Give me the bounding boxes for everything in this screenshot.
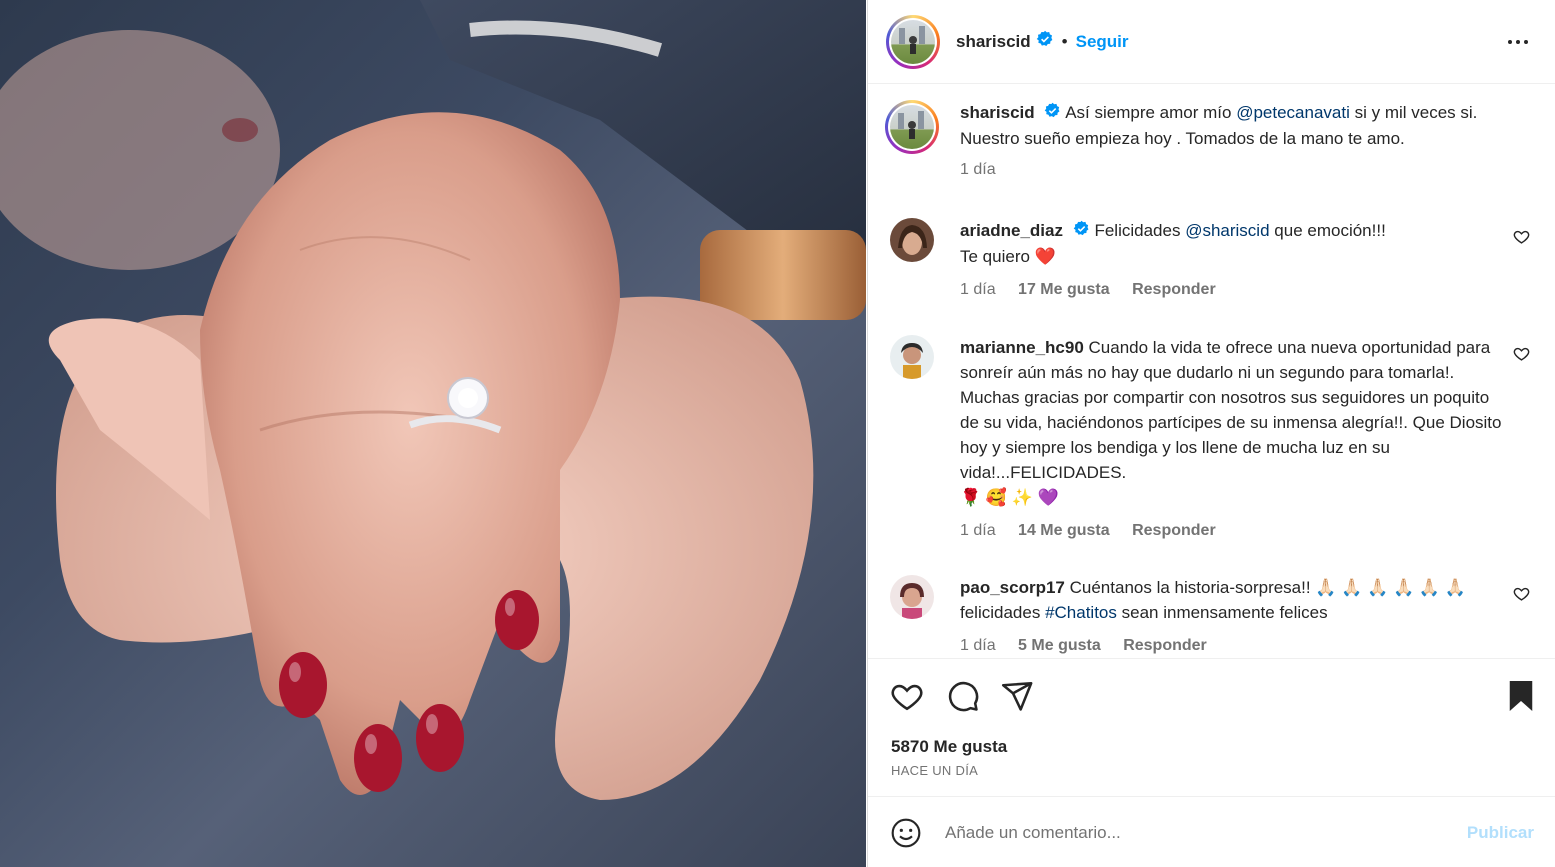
comment-username[interactable]: ariadne_diaz — [960, 221, 1063, 240]
caption-text: Así siempre amor mío — [1065, 103, 1232, 122]
comment-text: Cuando la vida te ofrece una nueva oport… — [960, 338, 1502, 482]
avatar-photo-icon — [890, 335, 934, 379]
like-comment-heart-icon[interactable] — [1513, 228, 1530, 250]
like-heart-icon[interactable] — [890, 679, 924, 718]
caption-username[interactable]: shariscid — [960, 103, 1035, 122]
comment-emojis: 🌹 🥰 ✨ 💜 — [960, 488, 1059, 507]
comment-time[interactable]: 1 día — [960, 637, 996, 654]
hashtag-link[interactable]: #Chatitos — [1045, 603, 1117, 622]
comment-likes[interactable]: 17 Me gusta — [1018, 281, 1110, 298]
avatar-photo-icon — [898, 111, 924, 139]
photo-illustration — [0, 0, 866, 800]
comment-bubble-icon[interactable] — [946, 679, 980, 718]
like-comment-heart-icon[interactable] — [1513, 345, 1530, 367]
author-avatar[interactable] — [886, 14, 940, 69]
caption-time[interactable]: 1 día — [960, 161, 996, 178]
publish-button[interactable]: Publicar — [1467, 823, 1534, 843]
comment-username[interactable]: marianne_hc90 — [960, 338, 1084, 357]
comment-likes[interactable]: 14 Me gusta — [1018, 522, 1110, 539]
comment-text-line2: Te quiero — [960, 247, 1030, 267]
verified-badge-icon — [1036, 30, 1054, 53]
comment-text-end: sean inmensamente felices — [1121, 603, 1328, 622]
avatar-photo-icon — [890, 575, 934, 619]
like-comment-heart-icon[interactable] — [1513, 585, 1530, 607]
verified-badge-icon — [1044, 101, 1061, 126]
more-options-icon[interactable] — [1506, 30, 1530, 59]
comment-username[interactable]: pao_scorp17 — [960, 578, 1065, 597]
likes-count[interactable]: 5870 Me gusta — [891, 737, 1007, 757]
caption-body: shariscid Así siempre amor mío @petecana… — [960, 100, 1510, 182]
post-caption: shariscid Así siempre amor mío @petecana… — [885, 100, 1530, 210]
reply-button[interactable]: Responder — [1123, 637, 1207, 654]
heart-emoji: ❤️ — [1034, 247, 1056, 267]
comment-text-rest: que emoción!!! — [1274, 221, 1386, 240]
post-actions: 5870 Me gusta HACE UN DÍA — [868, 658, 1555, 796]
comment-item: ariadne_diaz Felicidades @shariscid que … — [890, 218, 1530, 318]
comment-text-rest: felicidades — [960, 603, 1041, 622]
comment-time[interactable]: 1 día — [960, 522, 996, 539]
commenter-avatar[interactable] — [890, 218, 934, 262]
save-bookmark-icon[interactable] — [1506, 679, 1536, 718]
post-header: shariscid • Seguir — [868, 0, 1555, 84]
caption-mention-link[interactable]: @petecanavati — [1236, 103, 1350, 122]
comment-body: ariadne_diaz Felicidades @shariscid que … — [960, 218, 1510, 302]
author-username[interactable]: shariscid — [956, 32, 1031, 52]
emoji-picker-icon[interactable] — [890, 817, 922, 854]
comment-likes[interactable]: 5 Me gusta — [1018, 637, 1101, 654]
comments-list[interactable]: shariscid Así siempre amor mío @petecana… — [868, 85, 1555, 657]
comment-text: Cuéntanos la historia-sorpresa!! — [1069, 578, 1311, 597]
reply-button[interactable]: Responder — [1132, 522, 1216, 539]
post-side-panel: shariscid • Seguir shariscid Así siempre… — [867, 0, 1555, 867]
commenter-avatar[interactable] — [890, 335, 934, 379]
verified-badge-icon — [1073, 219, 1090, 244]
header-separator: • — [1061, 31, 1068, 51]
comment-item: pao_scorp17 Cuéntanos la historia-sorpre… — [890, 575, 1530, 657]
comment-emojis: 🙏🏻 🙏🏻 🙏🏻 🙏🏻 🙏🏻 🙏🏻 — [1315, 578, 1466, 597]
reply-button[interactable]: Responder — [1132, 281, 1216, 298]
avatar-photo-icon — [890, 218, 934, 262]
follow-button[interactable]: Seguir — [1076, 32, 1129, 52]
comment-time[interactable]: 1 día — [960, 281, 996, 298]
post-date: HACE UN DÍA — [891, 763, 979, 778]
post-photo[interactable] — [0, 0, 866, 867]
caption-avatar[interactable] — [885, 100, 939, 154]
comment-body: marianne_hc90 Cuando la vida te ofrece u… — [960, 335, 1510, 543]
comment-body: pao_scorp17 Cuéntanos la historia-sorpre… — [960, 575, 1510, 657]
avatar-photo-icon — [899, 25, 925, 54]
comment-text: Felicidades — [1094, 221, 1181, 240]
comment-mention-link[interactable]: @shariscid — [1185, 221, 1269, 240]
add-comment-bar: Publicar — [868, 796, 1555, 867]
commenter-avatar[interactable] — [890, 575, 934, 619]
comment-input[interactable] — [945, 819, 1425, 847]
comment-item: marianne_hc90 Cuando la vida te ofrece u… — [890, 335, 1530, 555]
share-send-icon[interactable] — [1000, 679, 1034, 718]
